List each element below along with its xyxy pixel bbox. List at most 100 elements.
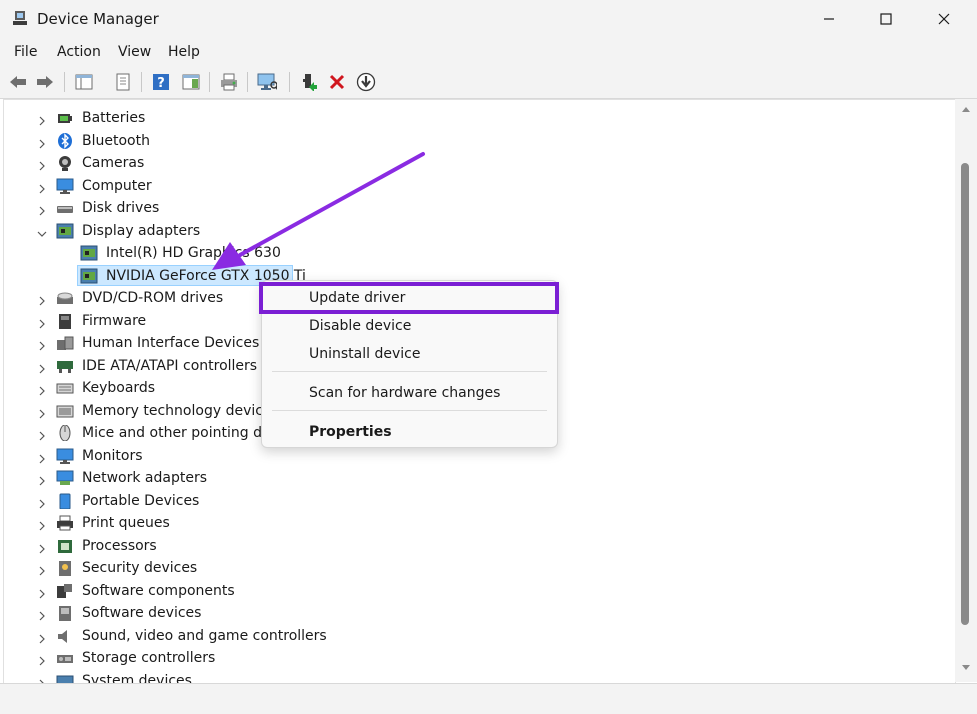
scrollbar-thumb[interactable] xyxy=(961,163,969,625)
tree-category-item[interactable]: Software components xyxy=(4,580,944,602)
tree-category-item[interactable]: Print queues xyxy=(4,512,944,534)
tree-category-item[interactable]: Cameras xyxy=(4,152,944,174)
tree-item-label: Disk drives xyxy=(82,200,160,216)
close-button[interactable] xyxy=(921,0,967,38)
scroll-up-icon[interactable] xyxy=(961,105,971,113)
chevron-right-icon[interactable] xyxy=(37,135,47,148)
chevron-right-icon[interactable] xyxy=(37,495,47,508)
update-driver-button[interactable] xyxy=(356,72,376,92)
minimize-button[interactable] xyxy=(806,0,852,38)
toolbar-separator xyxy=(64,72,65,92)
tree-category-item[interactable]: Bluetooth xyxy=(4,130,944,152)
svg-text:?: ? xyxy=(157,76,165,91)
battery-icon xyxy=(56,110,74,126)
chevron-right-icon[interactable] xyxy=(37,315,47,328)
scroll-down-icon[interactable] xyxy=(961,664,971,672)
chevron-right-icon[interactable] xyxy=(37,180,47,193)
tree-category-item[interactable]: Sound, video and game controllers xyxy=(4,625,944,647)
tree-category-item[interactable]: System devices xyxy=(4,670,944,683)
tree-item-label: Display adapters xyxy=(82,222,201,239)
forward-button[interactable] xyxy=(35,72,55,92)
uninstall-device-icon xyxy=(329,74,345,90)
tree-category-item[interactable]: Software devices xyxy=(4,602,944,624)
tree-category-item[interactable]: Batteries xyxy=(4,107,944,129)
security-device-icon xyxy=(56,560,74,576)
display-adapter-icon xyxy=(56,223,74,239)
title-bar: Device Manager xyxy=(0,0,977,38)
chevron-right-icon[interactable] xyxy=(37,517,47,531)
properties-button[interactable] xyxy=(113,72,133,92)
menu-help[interactable]: Help xyxy=(168,44,200,60)
chevron-right-icon[interactable] xyxy=(37,202,47,216)
scan-hardware-button[interactable] xyxy=(257,72,277,92)
display-adapter-icon xyxy=(80,268,98,284)
chevron-right-icon[interactable] xyxy=(37,585,47,598)
chevron-right-icon[interactable] xyxy=(37,450,47,463)
chevron-right-icon[interactable] xyxy=(37,157,47,171)
status-bar xyxy=(0,683,977,714)
chevron-right-icon[interactable] xyxy=(37,292,47,306)
show-hide-console-tree-icon xyxy=(75,74,93,90)
chevron-right-icon[interactable] xyxy=(37,405,47,418)
menu-action[interactable]: Action xyxy=(57,44,101,60)
show-hide-console-tree-button[interactable] xyxy=(74,72,94,92)
chevron-right-icon[interactable] xyxy=(37,607,47,621)
context-scan-hardware[interactable]: Scan for hardware changes xyxy=(309,385,500,401)
tree-category-item[interactable]: Storage controllers xyxy=(4,647,944,669)
processor-icon xyxy=(56,538,74,554)
context-uninstall-device[interactable]: Uninstall device xyxy=(309,346,420,362)
chevron-right-icon[interactable] xyxy=(37,112,47,126)
chevron-down-icon[interactable] xyxy=(37,225,47,237)
back-icon xyxy=(10,76,26,88)
uninstall-device-button[interactable] xyxy=(327,72,347,92)
chevron-right-icon[interactable] xyxy=(37,337,47,351)
storage-controller-icon xyxy=(56,650,74,666)
tree-category-item[interactable]: Computer xyxy=(4,175,944,197)
menu-view[interactable]: View xyxy=(118,44,151,60)
context-disable-device[interactable]: Disable device xyxy=(309,318,411,334)
print-button[interactable] xyxy=(219,72,239,92)
chevron-right-icon[interactable] xyxy=(37,360,47,373)
chevron-right-icon[interactable] xyxy=(37,540,47,553)
tree-item-label: Software components xyxy=(82,582,235,599)
tree-category-item[interactable]: Disk drives xyxy=(4,197,944,219)
tree-item-label: Software devices xyxy=(82,605,202,621)
annotation-highlight-box xyxy=(259,282,559,314)
tree-item-label: Batteries xyxy=(82,110,146,126)
enable-device-button[interactable] xyxy=(299,72,319,92)
back-button[interactable] xyxy=(8,72,28,92)
tree-item-label: Processors xyxy=(82,537,157,554)
tree-category-item[interactable]: Display adapters xyxy=(4,220,944,242)
scan-hardware-icon xyxy=(257,73,277,90)
chevron-right-icon[interactable] xyxy=(37,562,47,576)
context-properties[interactable]: Properties xyxy=(309,424,392,440)
tree-category-item[interactable]: Network adapters xyxy=(4,467,944,489)
tree-item-label: Print queues xyxy=(82,515,170,531)
tree-category-item[interactable]: Portable Devices xyxy=(4,490,944,512)
tree-category-item[interactable]: Security devices xyxy=(4,557,944,579)
software-component-icon xyxy=(56,583,74,599)
toolbar: ? xyxy=(0,66,977,99)
tree-child-item[interactable]: Intel(R) HD Graphics 630 xyxy=(4,242,944,264)
help-button[interactable]: ? xyxy=(151,72,171,92)
close-icon xyxy=(938,10,950,29)
forward-icon xyxy=(37,76,53,88)
chevron-right-icon[interactable] xyxy=(37,427,47,441)
tree-item-label: IDE ATA/ATAPI controllers xyxy=(82,357,258,374)
computer-icon xyxy=(56,178,74,194)
action-pane-button[interactable] xyxy=(181,72,201,92)
chevron-right-icon[interactable] xyxy=(37,630,47,643)
chevron-right-icon[interactable] xyxy=(37,382,47,396)
maximize-button[interactable] xyxy=(863,0,909,38)
display-adapter-icon xyxy=(80,245,98,261)
menu-bar: File Action View Help xyxy=(0,38,977,66)
tree-item-label: Security devices xyxy=(82,560,198,576)
tree-category-item[interactable]: Processors xyxy=(4,535,944,557)
chevron-right-icon[interactable] xyxy=(37,652,47,666)
vertical-scrollbar[interactable] xyxy=(955,99,977,682)
ide-controller-icon xyxy=(56,358,74,374)
chevron-right-icon[interactable] xyxy=(37,472,47,486)
menu-file[interactable]: File xyxy=(14,44,37,60)
tree-item-label: Sound, video and game controllers xyxy=(82,627,327,644)
help-icon: ? xyxy=(153,74,169,91)
